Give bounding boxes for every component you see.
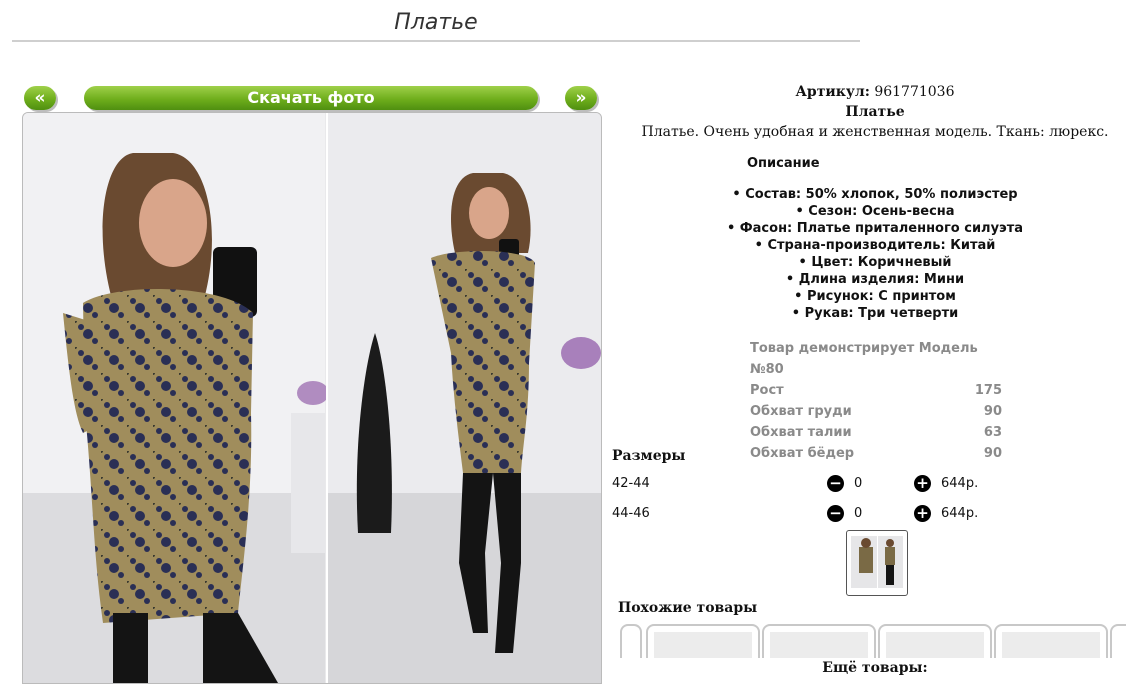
size-row: 44-46 − 0 + 644р. [612,502,1126,526]
model-params: Товар демонстрирует Модель №80 Рост 175 О… [750,338,1002,464]
model-row-value: 63 [983,425,1002,440]
model-row-label: Обхват бёдер [750,446,855,461]
property-item: • Длина изделия: Мини [785,272,965,287]
model-row-value: 175 [974,383,1002,398]
next-photo-button[interactable]: » [565,86,597,110]
properties-list: • Состав: 50% хлопок, 50% полиэстер • Се… [612,186,1126,322]
size-quantity: 0 [854,476,863,491]
property-item: • Страна-производитель: Китай [754,238,996,253]
property-item: • Цвет: Коричневый [798,255,952,270]
size-quantity: 0 [854,506,863,521]
model-row-label: Рост [750,383,784,398]
plus-circle-icon[interactable]: + [914,475,931,492]
article-label: Артикул: [795,84,870,100]
property-item: • Состав: 50% хлопок, 50% полиэстер [732,187,1018,202]
similar-product-image [1002,632,1100,658]
model-row-value: 90 [983,404,1002,419]
size-label: 42-44 [612,476,650,491]
similar-products-strip [620,624,1126,658]
product-name: Платье [845,104,905,120]
similar-product-image [886,632,984,658]
similar-heading: Похожие товары [618,600,758,616]
similar-product-card[interactable] [1110,624,1126,658]
property-item: • Фасон: Платье приталенного силуэта [726,221,1024,236]
download-photo-button[interactable]: Скачать фото [84,86,538,110]
similar-product-card[interactable] [620,624,642,658]
article-line: Артикул: 961771036 [612,84,1126,100]
size-label: 44-46 [612,506,650,521]
product-photo[interactable] [22,112,602,684]
description-heading: Описание [747,156,820,171]
similar-product-card[interactable] [878,624,992,658]
model-heading: Товар демонстрирует Модель №80 [750,341,978,377]
model-row-label: Обхват груди [750,404,852,419]
size-price: 644р. [941,476,979,491]
minus-circle-icon[interactable]: − [827,475,844,492]
similar-product-card[interactable] [994,624,1108,658]
property-item: • Рисунок: С принтом [794,289,956,304]
model-row-value: 90 [983,446,1002,461]
minus-circle-icon[interactable]: − [827,505,844,522]
model-row-label: Обхват талии [750,425,852,440]
model-row: Обхват груди 90 [750,401,1002,422]
plus-circle-icon[interactable]: + [914,505,931,522]
size-row: 42-44 − 0 + 644р. [612,472,1126,496]
more-products-heading: Ещё товары: [822,660,928,676]
title-divider [12,40,860,42]
property-item: • Рукав: Три четверти [791,306,959,321]
product-description: Платье. Очень удобная и женственная моде… [641,124,1109,140]
size-price: 644р. [941,506,979,521]
prev-photo-button[interactable]: « [24,86,56,110]
model-row: Рост 175 [750,380,1002,401]
sizes-heading: Размеры [612,448,686,464]
product-thumbnail[interactable] [846,530,908,596]
similar-product-card[interactable] [646,624,760,658]
similar-product-card[interactable] [762,624,876,658]
property-item: • Сезон: Осень-весна [795,204,955,219]
similar-product-image [770,632,868,658]
page-title: Платье [394,10,478,35]
model-row: Обхват талии 63 [750,422,1002,443]
article-value: 961771036 [874,84,955,100]
model-row: Обхват бёдер 90 [750,443,1002,464]
similar-product-image [654,632,752,658]
